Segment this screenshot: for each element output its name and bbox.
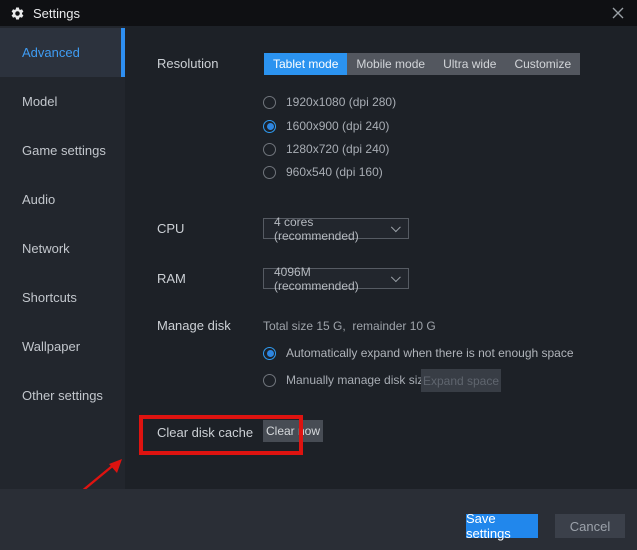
disk-option-label: Manually manage disk size xyxy=(286,373,431,387)
sidebar-item-other-settings[interactable]: Other settings xyxy=(0,371,125,420)
resolution-option-label: 1280x720 (dpi 240) xyxy=(286,142,390,156)
sidebar-item-wallpaper[interactable]: Wallpaper xyxy=(0,322,125,371)
clear-disk-cache-label: Clear disk cache xyxy=(157,425,254,440)
ram-select-value: 4096M (recommended) xyxy=(274,264,359,293)
advanced-settings-panel: Resolution Tablet mode Mobile mode Ultra… xyxy=(125,26,637,489)
radio-icon xyxy=(263,142,276,156)
sidebar-item-advanced[interactable]: Advanced xyxy=(0,28,125,77)
disk-size-summary: Total size 15 G, remainder 10 G xyxy=(263,319,436,333)
cancel-button[interactable]: Cancel xyxy=(555,514,625,538)
ram-select[interactable]: 4096M (recommended) xyxy=(263,265,409,293)
resolution-option-label: 1920x1080 (dpi 280) xyxy=(286,95,397,109)
resolution-option-1600x900[interactable]: 1600x900 (dpi 240) xyxy=(263,118,389,134)
disk-option-manual[interactable]: Manually manage disk size xyxy=(263,372,430,388)
radio-icon xyxy=(263,165,276,179)
sidebar: Advanced Model Game settings Audio Netwo… xyxy=(0,26,125,489)
tab-tablet-mode[interactable]: Tablet mode xyxy=(264,53,348,75)
sidebar-item-label: Audio xyxy=(22,192,56,207)
sidebar-item-label: Network xyxy=(22,241,70,256)
radio-icon-selected xyxy=(263,119,276,133)
gear-icon xyxy=(11,7,24,19)
resolution-option-label: 1600x900 (dpi 240) xyxy=(286,119,390,133)
sidebar-item-label: Game settings xyxy=(22,143,106,158)
sidebar-item-label: Other settings xyxy=(22,388,103,403)
resolution-option-960x540[interactable]: 960x540 (dpi 160) xyxy=(263,164,383,180)
sidebar-item-network[interactable]: Network xyxy=(0,224,125,273)
radio-icon xyxy=(263,95,276,109)
sidebar-item-game-settings[interactable]: Game settings xyxy=(0,126,125,175)
radio-icon xyxy=(263,373,276,387)
tab-ultra-wide[interactable]: Ultra wide xyxy=(434,53,505,75)
clear-now-button[interactable]: Clear now xyxy=(263,420,323,442)
settings-dialog: Settings Advanced Model Game settings Au… xyxy=(0,0,637,550)
window-title: Settings xyxy=(33,5,80,21)
resolution-option-1920x1080[interactable]: 1920x1080 (dpi 280) xyxy=(263,94,396,110)
disk-option-label: Automatically expand when there is not e… xyxy=(286,346,574,360)
sidebar-item-label: Model xyxy=(22,94,58,109)
radio-icon-selected xyxy=(263,346,276,360)
tab-mobile-mode[interactable]: Mobile mode xyxy=(347,53,434,75)
save-settings-button[interactable]: Save settings xyxy=(466,511,538,541)
sidebar-item-label: Advanced xyxy=(22,45,80,60)
footer-bar: Save settings Cancel xyxy=(0,489,637,550)
sidebar-item-model[interactable]: Model xyxy=(0,77,125,126)
cpu-label: CPU xyxy=(157,221,185,236)
chevron-down-icon xyxy=(391,272,401,282)
sidebar-item-label: Shortcuts xyxy=(22,290,77,305)
manage-disk-label: Manage disk xyxy=(157,318,231,333)
sidebar-item-shortcuts[interactable]: Shortcuts xyxy=(0,273,125,322)
sidebar-item-label: Wallpaper xyxy=(22,339,81,354)
chevron-down-icon xyxy=(391,222,401,232)
title-bar: Settings xyxy=(0,0,637,26)
resolution-mode-tabs: Tablet mode Mobile mode Ultra wide Custo… xyxy=(264,53,581,75)
cpu-select-value: 4 cores (recommended) xyxy=(274,214,359,243)
resolution-option-1280x720[interactable]: 1280x720 (dpi 240) xyxy=(263,141,389,157)
tab-customize[interactable]: Customize xyxy=(505,53,580,75)
disk-option-auto-expand[interactable]: Automatically expand when there is not e… xyxy=(263,345,574,361)
ram-label: RAM xyxy=(157,271,186,286)
resolution-label: Resolution xyxy=(157,56,219,71)
sidebar-item-audio[interactable]: Audio xyxy=(0,175,125,224)
expand-space-button[interactable]: Expand space xyxy=(421,369,501,392)
cpu-select[interactable]: 4 cores (recommended) xyxy=(263,215,409,243)
close-icon[interactable] xyxy=(603,0,633,26)
resolution-option-label: 960x540 (dpi 160) xyxy=(286,165,383,179)
